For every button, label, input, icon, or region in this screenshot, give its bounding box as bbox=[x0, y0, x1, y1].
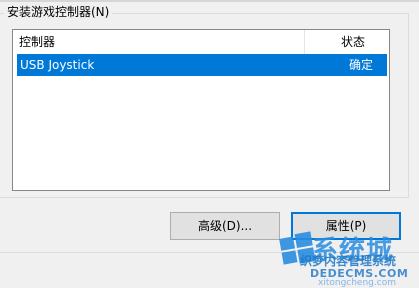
controllers-group-label: 安装游戏控制器(N) bbox=[4, 4, 113, 20]
window-top-edge bbox=[0, 0, 419, 2]
column-header-controller[interactable]: 控制器 bbox=[13, 30, 305, 54]
controllers-list[interactable]: 控制器 状态 USB Joystick 确定 bbox=[12, 29, 390, 191]
controller-name-cell: USB Joystick bbox=[20, 58, 95, 72]
controller-status-cell: 确定 bbox=[349, 58, 374, 72]
list-column-headers: 控制器 状态 bbox=[13, 30, 389, 54]
list-item-usb-joystick[interactable]: USB Joystick 确定 bbox=[17, 54, 387, 76]
watermark-url: xitongcheng.com bbox=[318, 278, 396, 288]
advanced-button[interactable]: 高级(D)... bbox=[170, 212, 280, 240]
column-header-status[interactable]: 状态 bbox=[305, 30, 389, 54]
